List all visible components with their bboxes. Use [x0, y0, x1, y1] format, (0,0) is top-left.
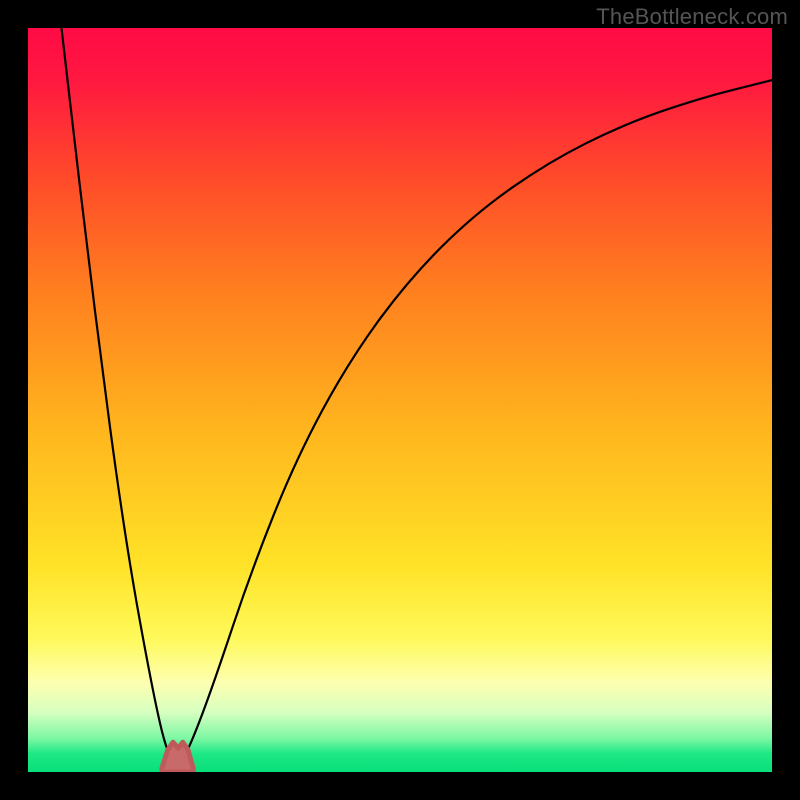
gradient-background	[28, 28, 772, 772]
plot-svg	[28, 28, 772, 772]
watermark-text: TheBottleneck.com	[596, 4, 788, 30]
chart-frame: TheBottleneck.com	[0, 0, 800, 800]
plot-area	[28, 28, 772, 772]
